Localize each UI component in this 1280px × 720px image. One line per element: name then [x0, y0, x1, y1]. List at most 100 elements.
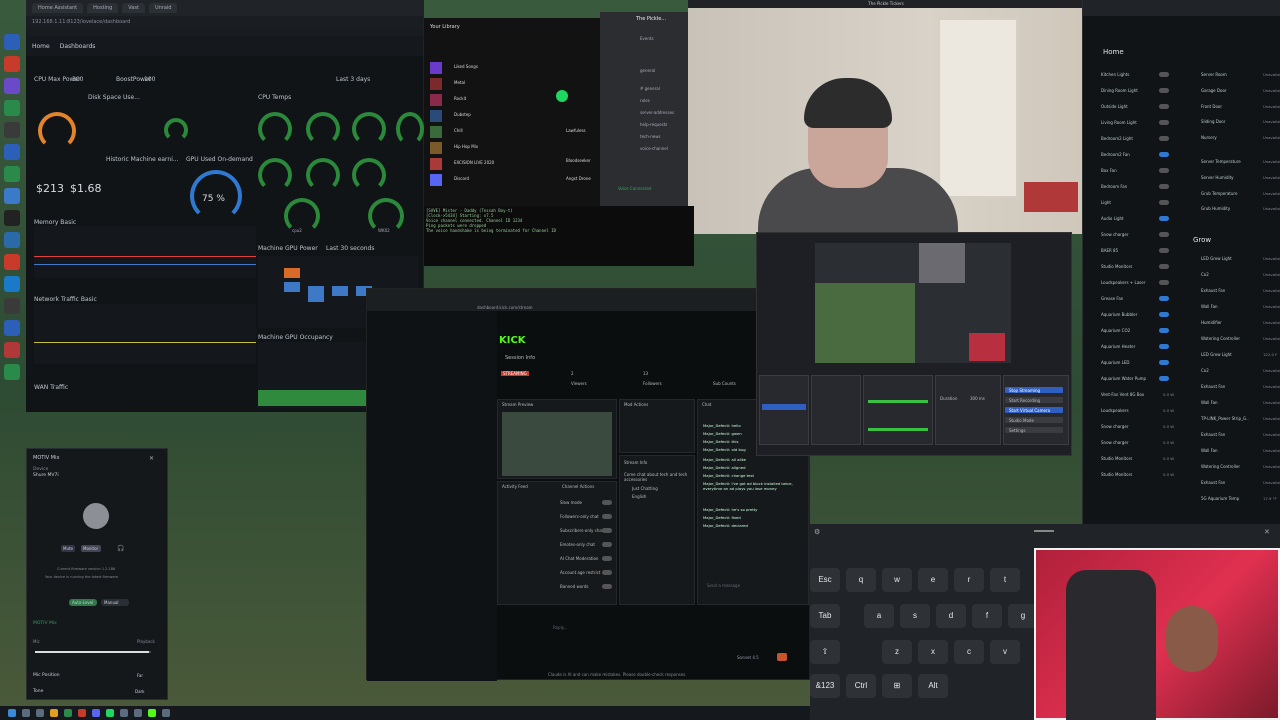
breadcrumb-dashboards[interactable]: Dashboards: [60, 43, 96, 50]
entity-label[interactable]: Server Room: [1201, 72, 1227, 77]
entity-toggle[interactable]: [1159, 360, 1169, 365]
entity-label[interactable]: Watering Controller: [1201, 336, 1240, 341]
subscribers-only-toggle[interactable]: [602, 528, 612, 533]
playlist-art[interactable]: [430, 94, 442, 106]
entity-label[interactable]: Kitchen Lights: [1101, 72, 1129, 77]
key-e[interactable]: e: [918, 568, 948, 592]
key-c[interactable]: c: [954, 640, 984, 664]
playlist-item[interactable]: Dubstep: [454, 112, 471, 117]
app-icon[interactable]: [4, 342, 20, 358]
taskbar-app-icon[interactable]: [36, 709, 44, 717]
entity-toggle[interactable]: [1159, 152, 1169, 157]
entity-label[interactable]: Light: [1101, 200, 1111, 205]
entity-toggle[interactable]: [1159, 232, 1169, 237]
playlist-art[interactable]: [430, 78, 442, 90]
channel-item[interactable]: tech-news: [640, 134, 661, 139]
playlist-art[interactable]: [430, 126, 442, 138]
playlist-item[interactable]: Rockit: [454, 96, 466, 101]
entity-label[interactable]: Bedroom Fan: [1101, 184, 1127, 189]
channel-item[interactable]: server-addresses: [640, 110, 674, 115]
monitor-button[interactable]: Monitor: [81, 545, 101, 552]
entity-toggle[interactable]: [1159, 296, 1169, 301]
entity-toggle[interactable]: [1159, 184, 1169, 189]
taskbar-app-icon[interactable]: [162, 709, 170, 717]
play-icon[interactable]: [556, 90, 568, 102]
entity-label[interactable]: Aquarium Heater: [1101, 344, 1135, 349]
taskbar-app-icon[interactable]: [120, 709, 128, 717]
app-icon[interactable]: [4, 254, 20, 270]
entity-label[interactable]: LED Grow Light: [1201, 256, 1232, 261]
entity-label[interactable]: Aquarium Bubbler: [1101, 312, 1137, 317]
app-icon[interactable]: [4, 144, 20, 160]
entity-label[interactable]: Studio Monitors: [1101, 264, 1132, 269]
entity-label[interactable]: Watering Controller: [1201, 464, 1240, 469]
entity-label[interactable]: Wall Fan: [1201, 400, 1218, 405]
drag-handle[interactable]: [1034, 530, 1054, 532]
entity-toggle[interactable]: [1159, 280, 1169, 285]
key-r[interactable]: r: [954, 568, 984, 592]
entity-label[interactable]: Wall Fan: [1201, 448, 1218, 453]
entity-toggle[interactable]: [1159, 72, 1169, 77]
entity-toggle[interactable]: [1159, 200, 1169, 205]
app-icon[interactable]: [4, 100, 20, 116]
playlist-art[interactable]: [430, 142, 442, 154]
entity-label[interactable]: Wall Fan: [1201, 304, 1218, 309]
playlist-art[interactable]: [430, 110, 442, 122]
send-icon[interactable]: [777, 653, 787, 661]
key-windows[interactable]: ⊞: [882, 674, 912, 698]
settings-button[interactable]: Settings: [1005, 427, 1063, 433]
settings-icon[interactable]: ⚙: [814, 528, 820, 536]
entity-label[interactable]: Aquarium Water Pump: [1101, 376, 1146, 381]
channel-item[interactable]: general: [640, 68, 655, 73]
browser-tab[interactable]: Vast: [122, 3, 145, 13]
mute-button[interactable]: Mute: [61, 545, 75, 552]
kick-icon[interactable]: [148, 709, 156, 717]
stream-preview-video[interactable]: [502, 412, 612, 476]
entity-label[interactable]: Dining Room Light: [1101, 88, 1138, 93]
search-icon[interactable]: [22, 709, 30, 717]
entity-label[interactable]: Vent-Fan Vent 8G Box: [1101, 392, 1144, 397]
breadcrumb-home[interactable]: Home: [32, 43, 50, 50]
playlist-item[interactable]: Metal: [454, 80, 465, 85]
entity-toggle[interactable]: [1159, 216, 1169, 221]
virtual-camera-button[interactable]: Start Virtual Camera: [1005, 407, 1063, 413]
playlist-art[interactable]: [430, 158, 442, 170]
key-ctrl[interactable]: Ctrl: [846, 674, 876, 698]
key-t[interactable]: t: [990, 568, 1020, 592]
entity-toggle[interactable]: [1159, 344, 1169, 349]
entity-label[interactable]: TP-LINK_Power Strip_G..: [1201, 416, 1249, 421]
ai-moderation-toggle[interactable]: [602, 556, 612, 561]
app-icon[interactable]: [4, 56, 20, 72]
key-shift[interactable]: ⇧: [810, 640, 840, 664]
entity-label[interactable]: Audio Light: [1101, 216, 1124, 221]
duration-value[interactable]: 300 ms: [970, 396, 985, 401]
chat-input[interactable]: Send a message: [707, 583, 740, 588]
browser-tab[interactable]: Unraid: [148, 3, 178, 13]
channel-item[interactable]: rules: [640, 98, 650, 103]
entity-toggle[interactable]: [1159, 88, 1169, 93]
entity-toggle[interactable]: [1159, 248, 1169, 253]
close-icon[interactable]: ✕: [1264, 528, 1270, 536]
entity-label[interactable]: Snow charger: [1101, 424, 1128, 429]
start-icon[interactable]: [8, 709, 16, 717]
key-a[interactable]: a: [864, 604, 894, 628]
boost-power-value[interactable]: 100: [144, 76, 155, 83]
key-z[interactable]: z: [882, 640, 912, 664]
key-v[interactable]: v: [990, 640, 1020, 664]
key-s[interactable]: s: [900, 604, 930, 628]
app-icon[interactable]: [4, 78, 20, 94]
entity-label[interactable]: Garage Door: [1201, 88, 1227, 93]
dark-label[interactable]: Dark: [135, 689, 145, 694]
spotify-icon[interactable]: [106, 709, 114, 717]
entity-label[interactable]: 5G Aquarium Temp: [1201, 496, 1239, 501]
entity-label[interactable]: Outside Light: [1101, 104, 1128, 109]
key-x[interactable]: x: [918, 640, 948, 664]
key-tab[interactable]: Tab: [810, 604, 840, 628]
playlist-item[interactable]: Discord: [454, 176, 469, 181]
kick-logo[interactable]: KICK: [499, 335, 526, 346]
key-symbols[interactable]: &123: [810, 674, 840, 698]
key-f[interactable]: f: [972, 604, 1002, 628]
taskbar-app-icon[interactable]: [78, 709, 86, 717]
key-d[interactable]: d: [936, 604, 966, 628]
entity-label[interactable]: Grease Fan: [1101, 296, 1123, 301]
